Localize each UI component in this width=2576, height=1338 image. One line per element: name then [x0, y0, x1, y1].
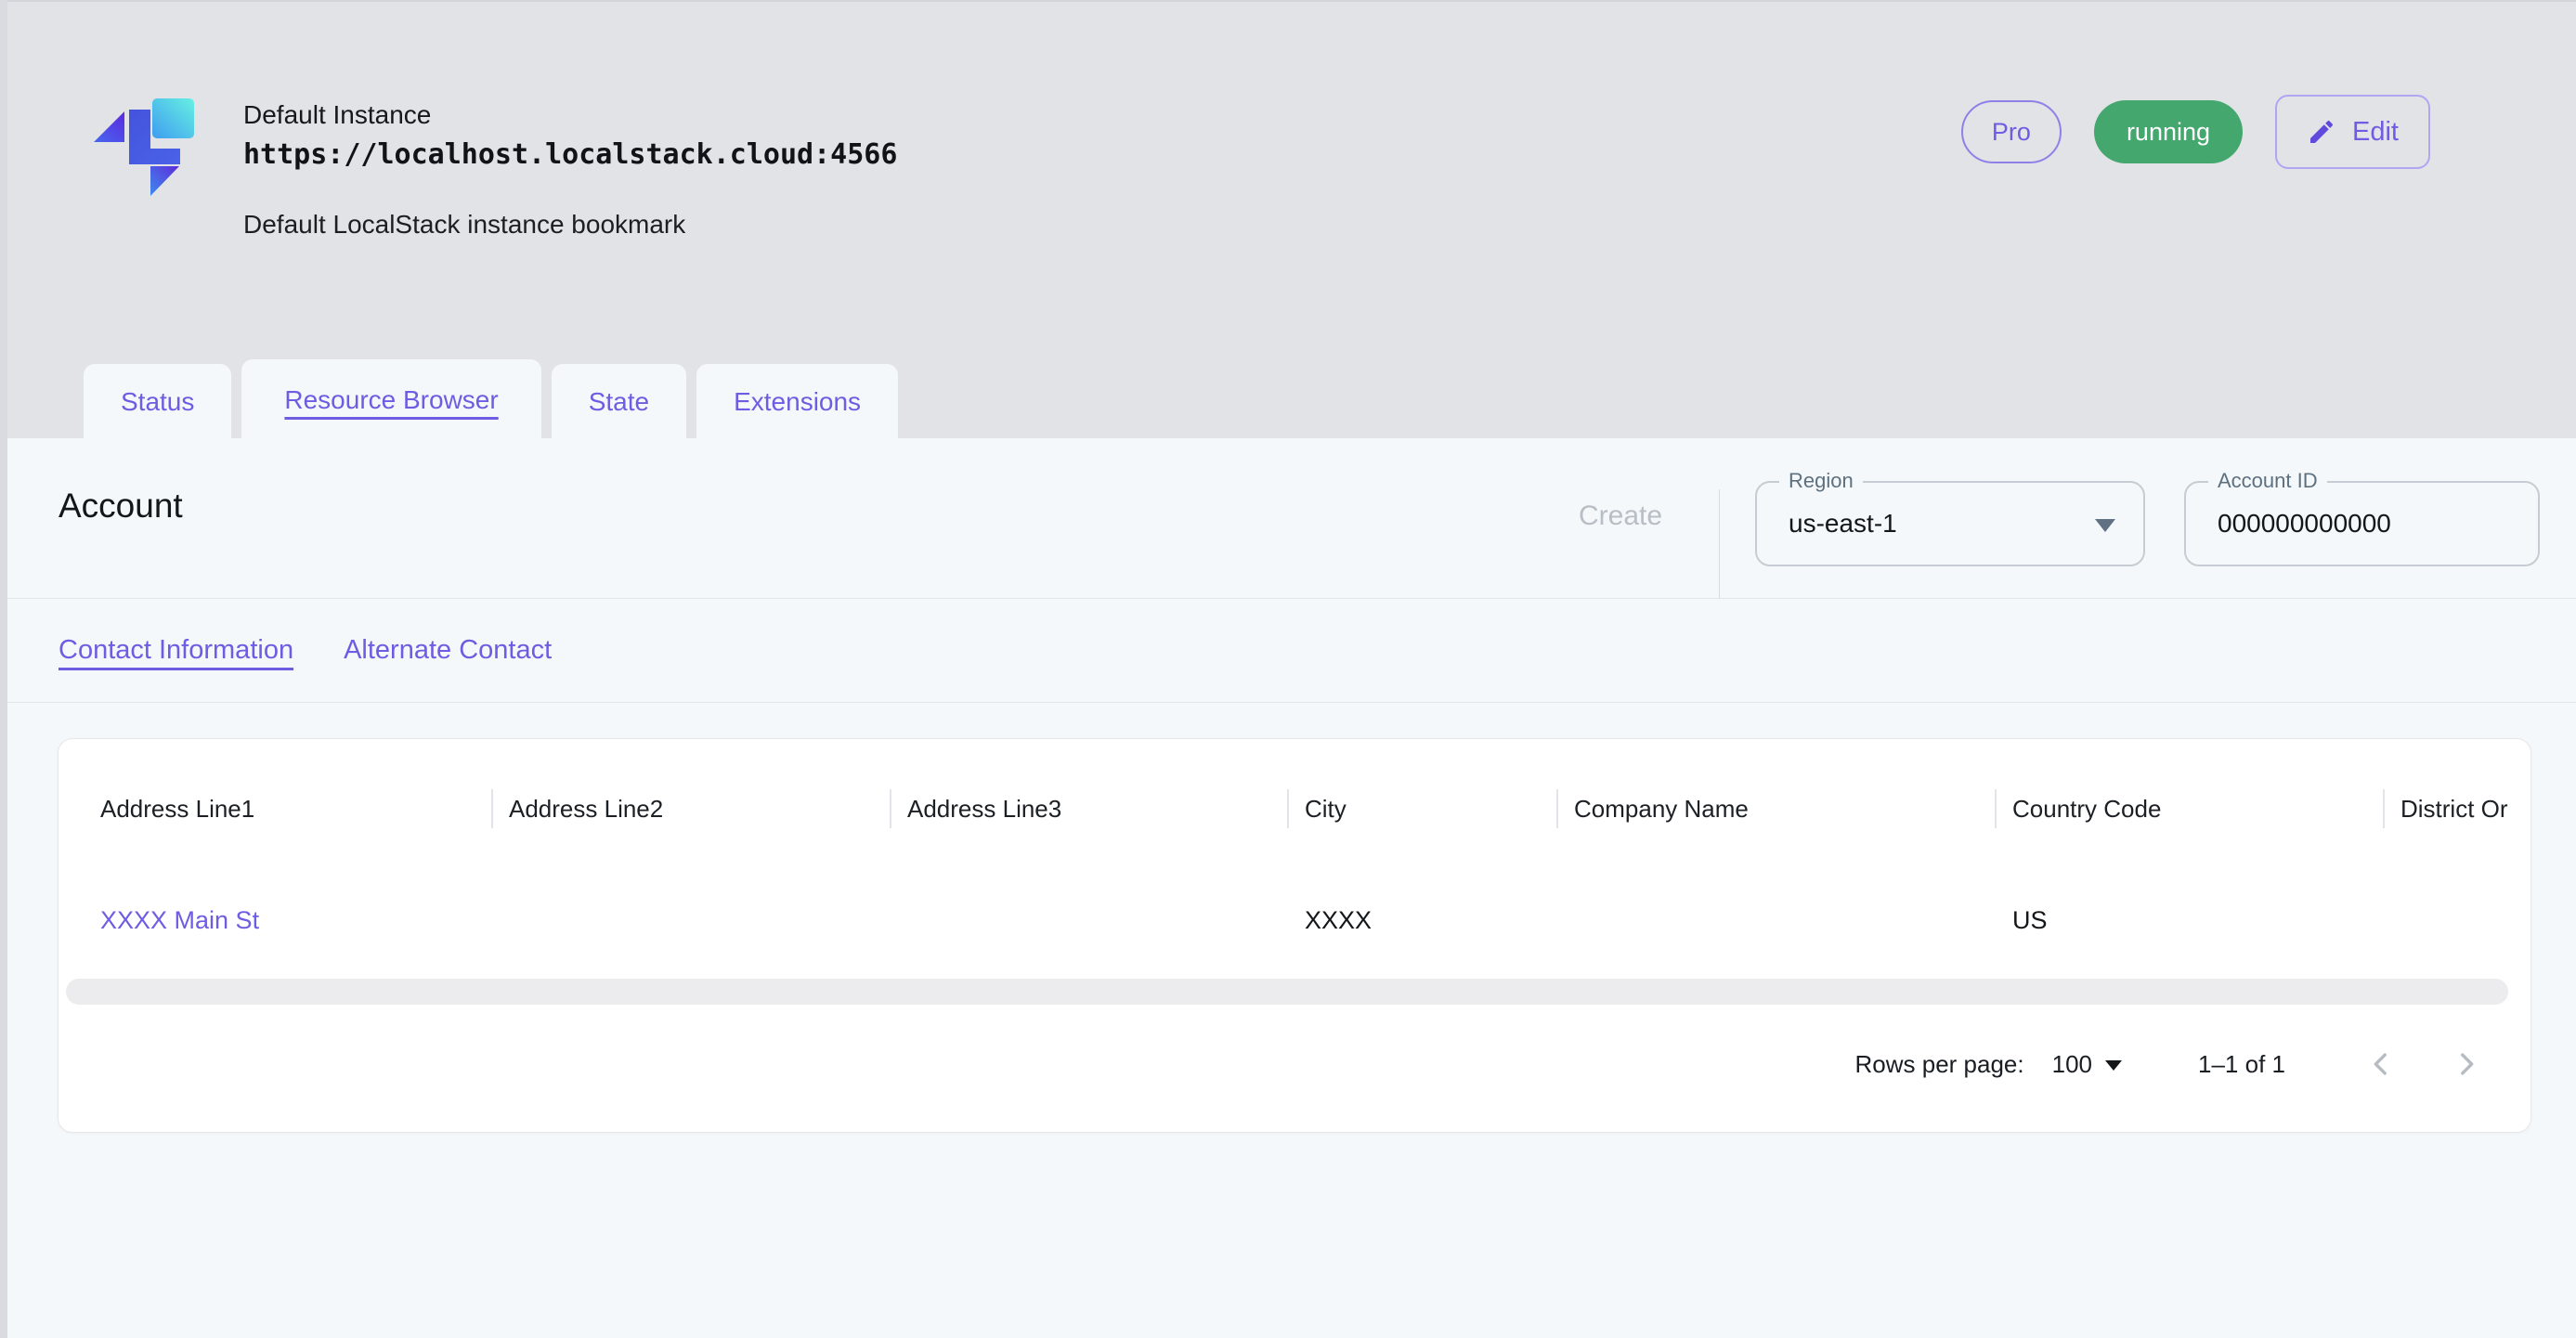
caret-down-icon: [2095, 519, 2115, 532]
resource-header: Account Create Region us-east-1 Account …: [0, 438, 2576, 599]
tab-status[interactable]: Status: [84, 364, 231, 440]
cell-address-line2: [491, 892, 890, 948]
column-header-district: District Or: [2383, 776, 2531, 841]
localstack-logo: [93, 97, 195, 203]
account-subtabs: Contact Information Alternate Contact: [0, 599, 2576, 703]
create-button[interactable]: Create: [1569, 479, 1672, 553]
pro-badge: Pro: [1961, 100, 2062, 163]
tab-state[interactable]: State: [552, 364, 686, 440]
account-id-input[interactable]: [2218, 509, 2515, 539]
resource-browser-panel: Account Create Region us-east-1 Account …: [0, 438, 2576, 1338]
account-id-label: Account ID: [2208, 469, 2327, 493]
chevron-right-icon: [2451, 1069, 2482, 1083]
subtab-contact-information[interactable]: Contact Information: [59, 635, 293, 666]
page-title: Account: [59, 487, 183, 526]
edit-button[interactable]: Edit: [2275, 95, 2430, 169]
cell-country-code: US: [1995, 892, 2383, 948]
previous-page-button[interactable]: [2365, 1048, 2397, 1080]
instance-url: https://localhost.localstack.cloud:4566: [243, 138, 897, 171]
table-row: XXXX Main St XXXX US: [59, 892, 2531, 948]
column-header-address-line2: Address Line2: [491, 776, 890, 841]
window-left-gutter: [0, 0, 7, 1338]
instance-header: Default Instance https://localhost.local…: [0, 0, 2576, 438]
account-id-field: Account ID: [2184, 481, 2540, 566]
column-header-city: City: [1287, 776, 1556, 841]
pagination-bar: Rows per page: 100 1–1 of 1: [1855, 1034, 2482, 1094]
column-header-address-line3: Address Line3: [890, 776, 1287, 841]
next-page-button[interactable]: [2451, 1048, 2482, 1080]
contact-information-table-card: Address Line1 Address Line2 Address Line…: [58, 738, 2531, 1133]
header-vertical-divider: [1719, 489, 1720, 598]
main-tab-bar: Status Resource Browser State Extensions: [84, 359, 898, 440]
region-select[interactable]: Region us-east-1: [1755, 481, 2145, 566]
pagination-range: 1–1 of 1: [2198, 1050, 2285, 1079]
rows-per-page-value: 100: [2052, 1050, 2092, 1079]
region-label: Region: [1779, 469, 1863, 493]
chevron-left-icon: [2365, 1069, 2397, 1083]
cell-company-name: [1556, 892, 1995, 948]
instance-title: Default Instance: [243, 100, 897, 130]
caret-down-icon: [2105, 1060, 2122, 1071]
table-header-row: Address Line1 Address Line2 Address Line…: [59, 776, 2531, 841]
horizontal-scrollbar[interactable]: [66, 979, 2508, 1005]
status-badge: running: [2094, 100, 2243, 163]
cell-address-line1-link[interactable]: XXXX Main St: [59, 892, 491, 948]
cell-district: [2383, 892, 2531, 948]
column-header-company-name: Company Name: [1556, 776, 1995, 841]
region-value: us-east-1: [1757, 509, 1897, 539]
tab-resource-browser[interactable]: Resource Browser: [241, 359, 540, 440]
instance-subtitle: Default LocalStack instance bookmark: [243, 210, 897, 240]
cell-city: XXXX: [1287, 892, 1556, 948]
subtab-alternate-contact[interactable]: Alternate Contact: [344, 635, 552, 666]
column-header-address-line1: Address Line1: [59, 776, 491, 841]
cell-address-line3: [890, 892, 1287, 948]
edit-button-label: Edit: [2352, 117, 2399, 148]
pencil-icon: [2307, 117, 2336, 147]
column-header-country-code: Country Code: [1995, 776, 2383, 841]
rows-per-page-label: Rows per page:: [1855, 1050, 2024, 1079]
tab-extensions[interactable]: Extensions: [696, 364, 898, 440]
rows-per-page-select[interactable]: 100: [2052, 1050, 2122, 1079]
